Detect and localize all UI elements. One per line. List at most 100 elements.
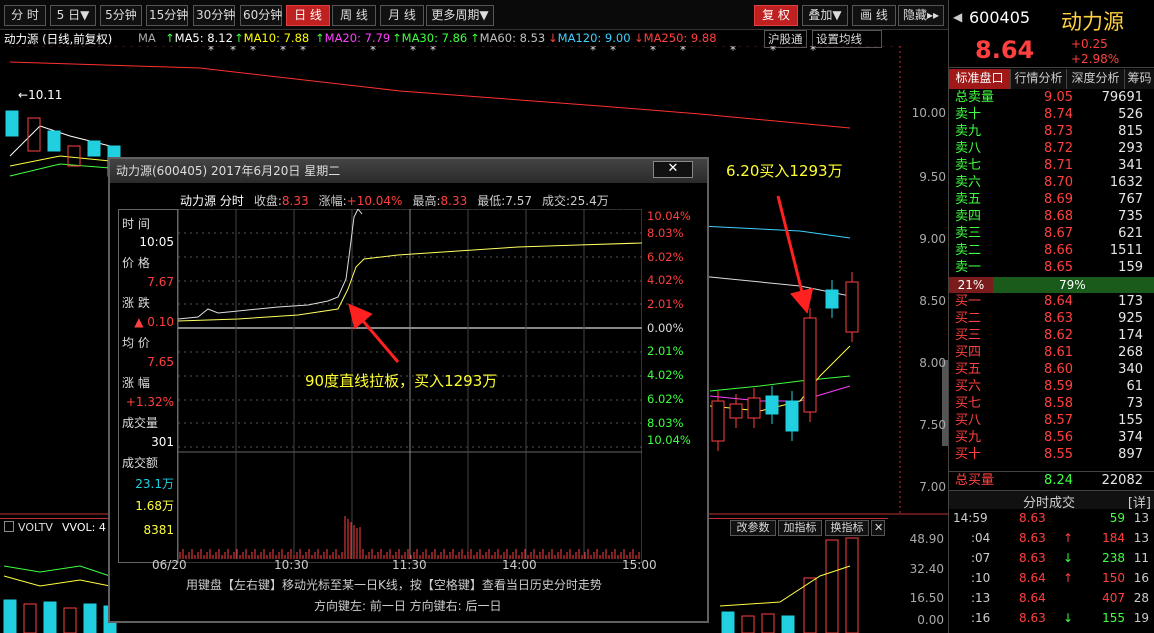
header-field-7: 最低:: [477, 194, 506, 208]
total-sell-price: 9.05: [1044, 90, 1073, 105]
trade-time: :07: [971, 551, 991, 565]
pct-tick: 6.02%: [647, 392, 684, 406]
info-vol-l: 成交量: [122, 416, 159, 430]
row-volume: 174: [1118, 328, 1143, 343]
header-field-1: 收盘:: [253, 194, 282, 208]
row-price: 8.58: [1044, 396, 1073, 411]
period-tab-2[interactable]: 5分钟: [100, 5, 142, 26]
vol-tick: 0.00: [917, 613, 944, 627]
ask-row: 卖八 8.72 293: [949, 140, 1154, 157]
trade-time: :16: [971, 611, 991, 625]
stock-name: 动力源: [1061, 10, 1124, 34]
trade-count: 11: [1133, 551, 1149, 565]
period-tab-7[interactable]: 周 线: [332, 5, 376, 26]
row-volume: 1632: [1109, 175, 1143, 190]
ask-row: 卖二 8.66 1511: [949, 242, 1154, 259]
row-volume: 526: [1118, 107, 1143, 122]
svg-text:*: *: [810, 46, 816, 57]
prev-stock-icon[interactable]: ◀: [953, 10, 962, 24]
trade-row: :16 8.63 ↓ 155 19: [949, 610, 1154, 627]
period-tab-0[interactable]: 分 时: [4, 5, 46, 26]
quote-tab-1[interactable]: 行情分析: [1011, 69, 1067, 89]
trade-volume: 184: [1102, 531, 1125, 545]
trade-row: :10 8.64 ↑ 150 16: [949, 570, 1154, 587]
total-buy-price: 8.24: [1044, 473, 1073, 488]
vol-btn-1[interactable]: 加指标: [778, 520, 822, 536]
trade-time: 14:59: [953, 511, 988, 525]
row-price: 8.68: [1044, 209, 1073, 224]
pct-tick: 4.02%: [647, 368, 684, 382]
price-tick: 8.00: [919, 356, 946, 370]
time-tick: 11:30: [392, 558, 427, 572]
intraday-vol-tick: 1.68万: [135, 499, 174, 513]
annotation-buy-mid: 90度直线拉板，买入1293万: [305, 372, 498, 390]
ratio-left: 21%: [949, 277, 993, 293]
vol-btn-0[interactable]: 改参数: [730, 520, 776, 536]
quote-tab-3[interactable]: 筹码: [1125, 69, 1154, 89]
row-label: 卖四: [955, 209, 982, 224]
pct-tick: 4.02%: [647, 273, 684, 287]
ask-row: 卖三 8.67 621: [949, 225, 1154, 242]
row-volume: 73: [1126, 396, 1143, 411]
period-tab-3[interactable]: 15分钟: [146, 5, 188, 26]
ma-item-5: ↓MA120: 9.00: [548, 31, 631, 45]
ask-row: 卖五 8.69 767: [949, 191, 1154, 208]
row-volume: 159: [1118, 260, 1143, 275]
row-price: 8.60: [1044, 362, 1073, 377]
ratio-right: 79%: [1059, 278, 1086, 292]
up-arrow-icon: ↑: [1063, 531, 1074, 545]
pct-tick: 8.03%: [647, 226, 684, 240]
period-tab-4[interactable]: 30分钟: [193, 5, 235, 26]
total-buy-label: 总买量: [955, 473, 995, 488]
info-time-l: 时 间: [122, 217, 150, 231]
toolbar-right-0[interactable]: 复 权: [754, 5, 798, 26]
trades-detail-button[interactable]: [详]: [1128, 492, 1151, 511]
quote-tab-2[interactable]: 深度分析: [1067, 69, 1125, 89]
row-price: 8.56: [1044, 430, 1073, 445]
period-tab-5[interactable]: 60分钟: [240, 5, 282, 26]
ask-row: 卖九 8.73 815: [949, 123, 1154, 140]
bid-row: 买五 8.60 340: [949, 361, 1154, 378]
row-price: 8.57: [1044, 413, 1073, 428]
row-label: 卖三: [955, 226, 982, 241]
quote-tab-0[interactable]: 标准盘口: [949, 69, 1011, 89]
toolbar-right-1[interactable]: 叠加▼: [802, 5, 848, 26]
header-field-6: 8.33: [440, 194, 468, 208]
help-text-2: 方向键左: 前一日 方向键右: 后一日: [314, 599, 502, 613]
popup-title: 动力源(600405) 2017年6月20日 星期二: [110, 159, 707, 183]
vol-tick: 32.40: [909, 562, 944, 576]
trade-volume: 150: [1102, 571, 1125, 585]
vol-btn-2[interactable]: 换指标: [825, 520, 869, 536]
vvol-label: VVOL: 4: [62, 521, 106, 534]
ma-item-1: ↑MA10: 7.88: [234, 31, 310, 45]
svg-text:*: *: [770, 46, 776, 57]
trades-header: 分时成交 [详]: [949, 490, 1154, 511]
toolbar-right-2[interactable]: 画 线: [852, 5, 896, 26]
toolbar-right-3[interactable]: 隐藏▸▸: [898, 5, 944, 26]
info-pct-l: 涨 幅: [122, 376, 150, 390]
row-volume: 735: [1118, 209, 1143, 224]
ask-row: 卖十 8.74 526: [949, 106, 1154, 123]
period-tab-9[interactable]: 更多周期▼: [426, 5, 494, 26]
row-volume: 340: [1118, 362, 1143, 377]
period-tab-6[interactable]: 日 线: [286, 5, 330, 26]
bid-row: 买六 8.59 61: [949, 378, 1154, 395]
vol-btn-3[interactable]: ✕: [871, 520, 885, 536]
ma-item-2: ↑MA20: 7.79: [315, 31, 391, 45]
row-price: 8.72: [1044, 141, 1073, 156]
price-tick: 9.50: [919, 170, 946, 184]
row-price: 8.64: [1044, 294, 1073, 309]
period-tab-8[interactable]: 月 线: [380, 5, 424, 26]
row-volume: 155: [1118, 413, 1143, 428]
row-price: 8.67: [1044, 226, 1073, 241]
row-label: 卖六: [955, 175, 982, 190]
trade-price: 8.63: [1019, 551, 1046, 565]
close-button[interactable]: ✕: [653, 161, 693, 178]
row-label: 买三: [955, 328, 982, 343]
row-label: 卖五: [955, 192, 982, 207]
info-chg-v: ▲ 0.10: [134, 315, 174, 329]
period-tab-1[interactable]: 5 日▼: [50, 5, 96, 26]
bid-row: 买七 8.58 73: [949, 395, 1154, 412]
row-price: 8.59: [1044, 379, 1073, 394]
row-label: 卖七: [955, 158, 982, 173]
